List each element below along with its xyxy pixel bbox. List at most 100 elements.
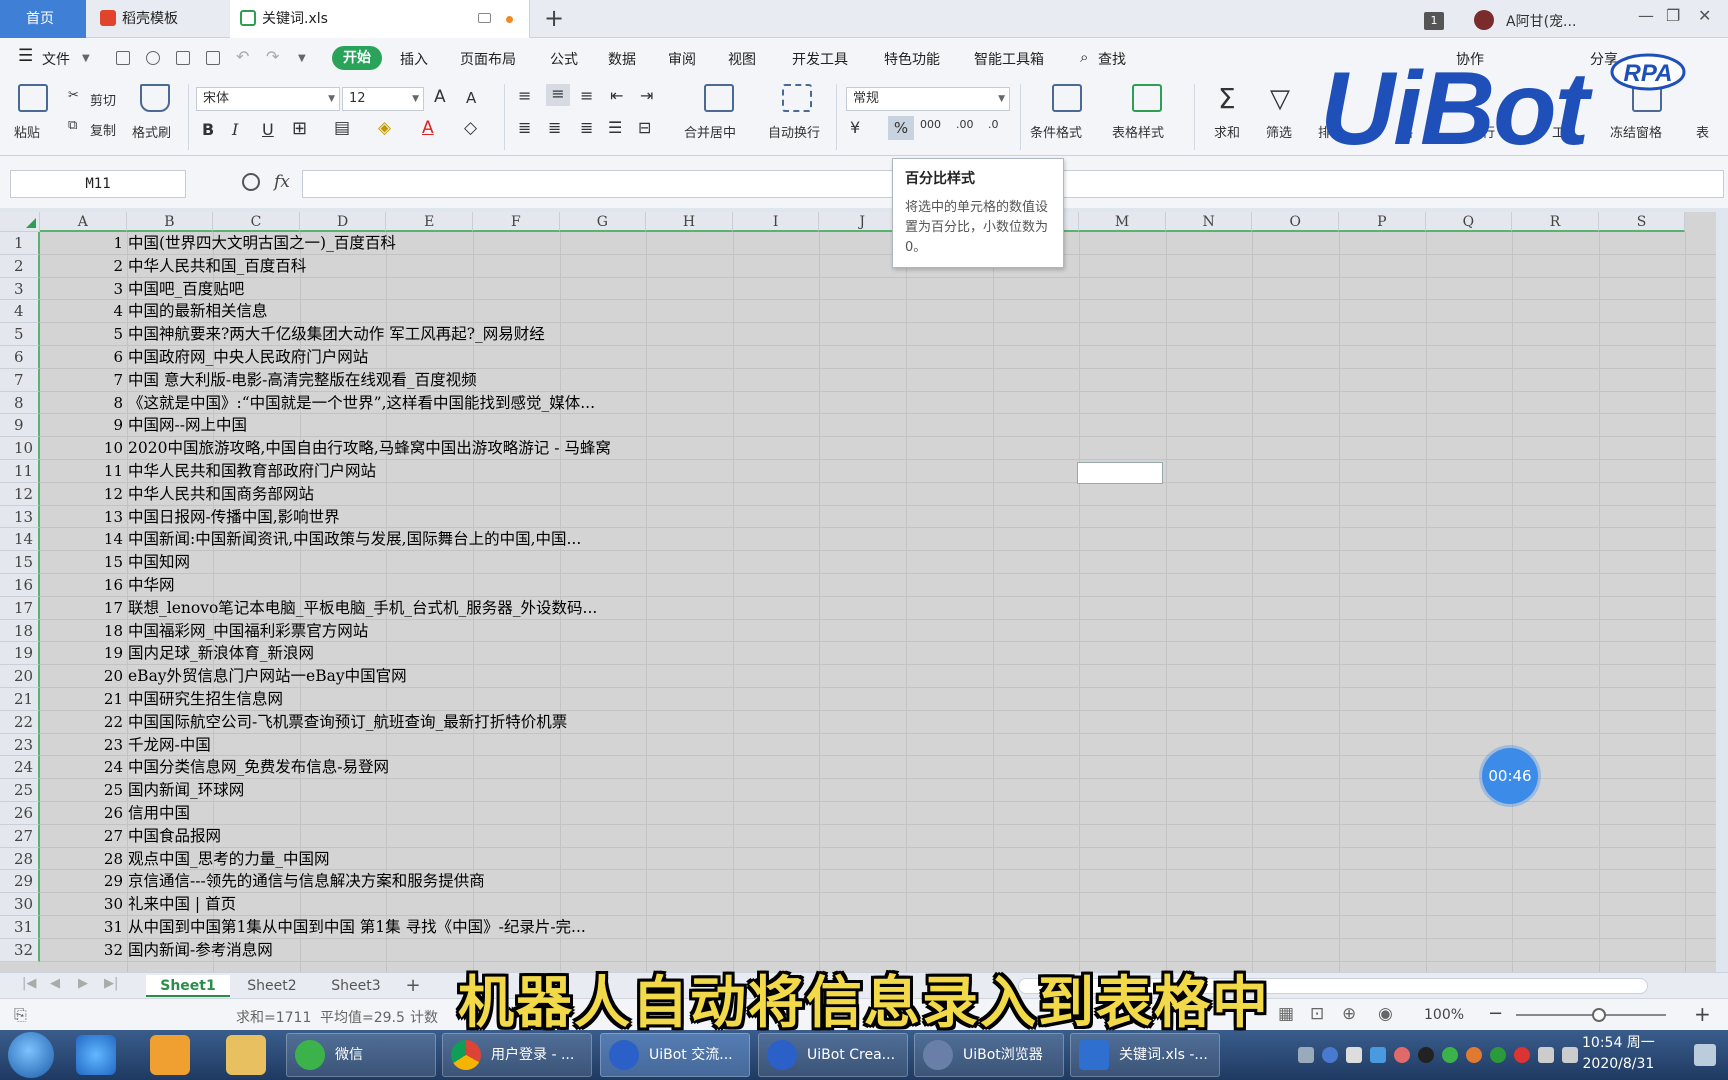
cell-keyword-title[interactable]: 中华网 [128,574,175,596]
row-header[interactable]: 18 [0,619,40,643]
row-header[interactable]: 5 [0,323,40,346]
decrease-indent-icon[interactable]: ⇤ [610,86,623,105]
chevron-down-icon[interactable]: ▼ [82,53,90,64]
select-all-corner[interactable] [0,212,40,232]
cell-keyword-title[interactable]: 联想_lenovo笔记本电脑_平板电脑_手机_台式机_服务器_外设数码... [128,597,597,619]
increase-font-icon[interactable]: A [434,87,446,107]
fx-icon[interactable]: fx [274,172,290,192]
row-header[interactable]: 7 [0,368,40,392]
font-size-select[interactable]: 12 ▼ [342,87,424,111]
conditional-format-button[interactable]: 条件格式 [1030,122,1082,141]
row-header[interactable]: 25 [0,779,40,802]
paste-icon[interactable] [18,84,48,112]
cell-index[interactable]: 7 [40,369,126,391]
tray-wechat-icon[interactable] [1442,1047,1458,1063]
new-tab-button[interactable]: + [544,4,564,32]
redo-icon[interactable]: ↷ [266,47,279,66]
tab-home[interactable]: 首页 [0,0,86,38]
cell-index[interactable]: 9 [40,414,126,436]
cell-index[interactable]: 31 [40,916,126,938]
cell-keyword-title[interactable]: 中国分类信息网_免费发布信息-易登网 [128,756,389,778]
hamburger-icon[interactable]: ☰ [18,46,33,66]
window-count-badge[interactable]: 1 [1424,12,1444,30]
tab-start[interactable]: 开始 [332,46,382,70]
row-header[interactable]: 27 [0,824,40,848]
row-header[interactable]: 3 [0,277,40,301]
align-top-icon[interactable]: ≡ [518,86,531,105]
cell-index[interactable]: 21 [40,688,126,710]
tab-review[interactable]: 审阅 [668,49,696,69]
format-painter-icon[interactable] [140,84,170,112]
column-header-m[interactable]: M [1079,212,1166,232]
row-header[interactable]: 26 [0,802,40,825]
paste-button[interactable]: 粘贴 [14,122,40,141]
recording-timer[interactable]: 00:46 [1482,748,1538,804]
column-header-d[interactable]: D [299,212,387,232]
taskbar-chrome-login[interactable]: 用户登录 - ... [442,1033,592,1077]
row-header[interactable]: 31 [0,916,40,939]
increase-decimal-icon[interactable]: .00 [956,118,974,131]
decrease-decimal-icon[interactable]: .0 [988,118,999,131]
cell-index[interactable]: 26 [40,802,126,824]
menu-file[interactable]: 文件 [42,49,70,69]
tray-network-icon[interactable] [1538,1047,1554,1063]
row-header[interactable]: 21 [0,688,40,711]
cell-index[interactable]: 14 [40,528,126,550]
print-icon[interactable] [176,51,190,65]
tray-volume-muted-icon[interactable] [1562,1047,1578,1063]
cell-index[interactable]: 25 [40,779,126,801]
align-bottom-icon[interactable]: ≡ [580,86,593,105]
cell-index[interactable]: 12 [40,483,126,505]
row-header[interactable]: 19 [0,642,40,666]
cell-keyword-title[interactable]: 中国国际航空公司-飞机票查询预订_航班查询_最新打折特价机票 [128,711,567,733]
row-header[interactable]: 22 [0,710,40,734]
wrap-text-icon[interactable] [782,84,812,112]
cut-button[interactable]: 剪切 [90,90,116,109]
cell-keyword-title[interactable]: eBay外贸信息门户网站一eBay中国官网 [128,665,407,687]
row-header[interactable]: 1 [0,232,40,255]
cell-index[interactable]: 1 [40,232,126,254]
search-button[interactable]: 查找 [1098,49,1126,69]
column-header-r[interactable]: R [1512,212,1599,232]
cell-keyword-title[interactable]: 中国的最新相关信息 [128,300,268,322]
taskbar-uibot-browser[interactable]: UiBot浏览器 [914,1033,1064,1077]
cell-index[interactable]: 3 [40,278,126,300]
row-header[interactable]: 16 [0,574,40,597]
align-center-icon[interactable]: ≣ [548,118,561,137]
tray-app-icon[interactable] [1394,1047,1410,1063]
tab-formulas[interactable]: 公式 [550,49,578,69]
cell-index[interactable]: 28 [40,848,126,870]
cell-index[interactable]: 23 [40,734,126,756]
cell-index[interactable]: 29 [40,870,126,892]
zoom-lookup-icon[interactable] [242,173,260,191]
cell-index[interactable]: 11 [40,460,126,482]
row-header[interactable]: 11 [0,460,40,483]
cell-style-icon[interactable]: ▤ [334,118,350,138]
conditional-format-icon[interactable] [1052,84,1082,112]
cell-keyword-title[interactable]: 《这就是中国》:“中国就是一个世界”,这样看中国能找到感觉_媒体... [128,392,595,414]
cell-keyword-title[interactable]: 中国食品报网 [128,825,221,847]
cell-keyword-title[interactable]: 国内新闻_环球网 [128,779,244,801]
italic-icon[interactable]: I [232,120,238,139]
align-middle-icon[interactable]: ≡ [546,84,570,106]
tab-page-layout[interactable]: 页面布局 [460,49,516,69]
cell-index[interactable]: 2 [40,255,126,277]
cell-keyword-title[interactable]: 中国政府网_中央人民政府门户网站 [128,346,368,368]
tray-cube-icon[interactable] [1370,1047,1386,1063]
cell-keyword-title[interactable]: 中国新闻:中国新闻资讯,中国政策与发展,国际舞台上的中国,中国... [128,528,581,550]
taskbar-keywords-xls[interactable]: 关键词.xls -... [1070,1033,1220,1077]
taskbar-wechat[interactable]: 微信 [286,1033,436,1077]
cell-index[interactable]: 27 [40,825,126,847]
tab-developer[interactable]: 开发工具 [792,49,848,69]
close-icon[interactable]: ✕ [1698,6,1711,25]
increase-indent-icon[interactable]: ⇥ [640,86,653,105]
quick-access-more-icon[interactable]: ▼ [298,53,306,64]
column-header-p[interactable]: P [1339,212,1426,232]
tab-view[interactable]: 视图 [728,49,756,69]
row-header[interactable]: 13 [0,505,40,529]
font-color-icon[interactable]: A [422,118,434,138]
cell-keyword-title[interactable]: 中国 意大利版-电影-高清完整版在线观看_百度视频 [128,369,477,391]
cell-index[interactable]: 4 [40,300,126,322]
format-painter-button[interactable]: 格式刷 [132,122,171,141]
cell-index[interactable]: 5 [40,323,126,345]
